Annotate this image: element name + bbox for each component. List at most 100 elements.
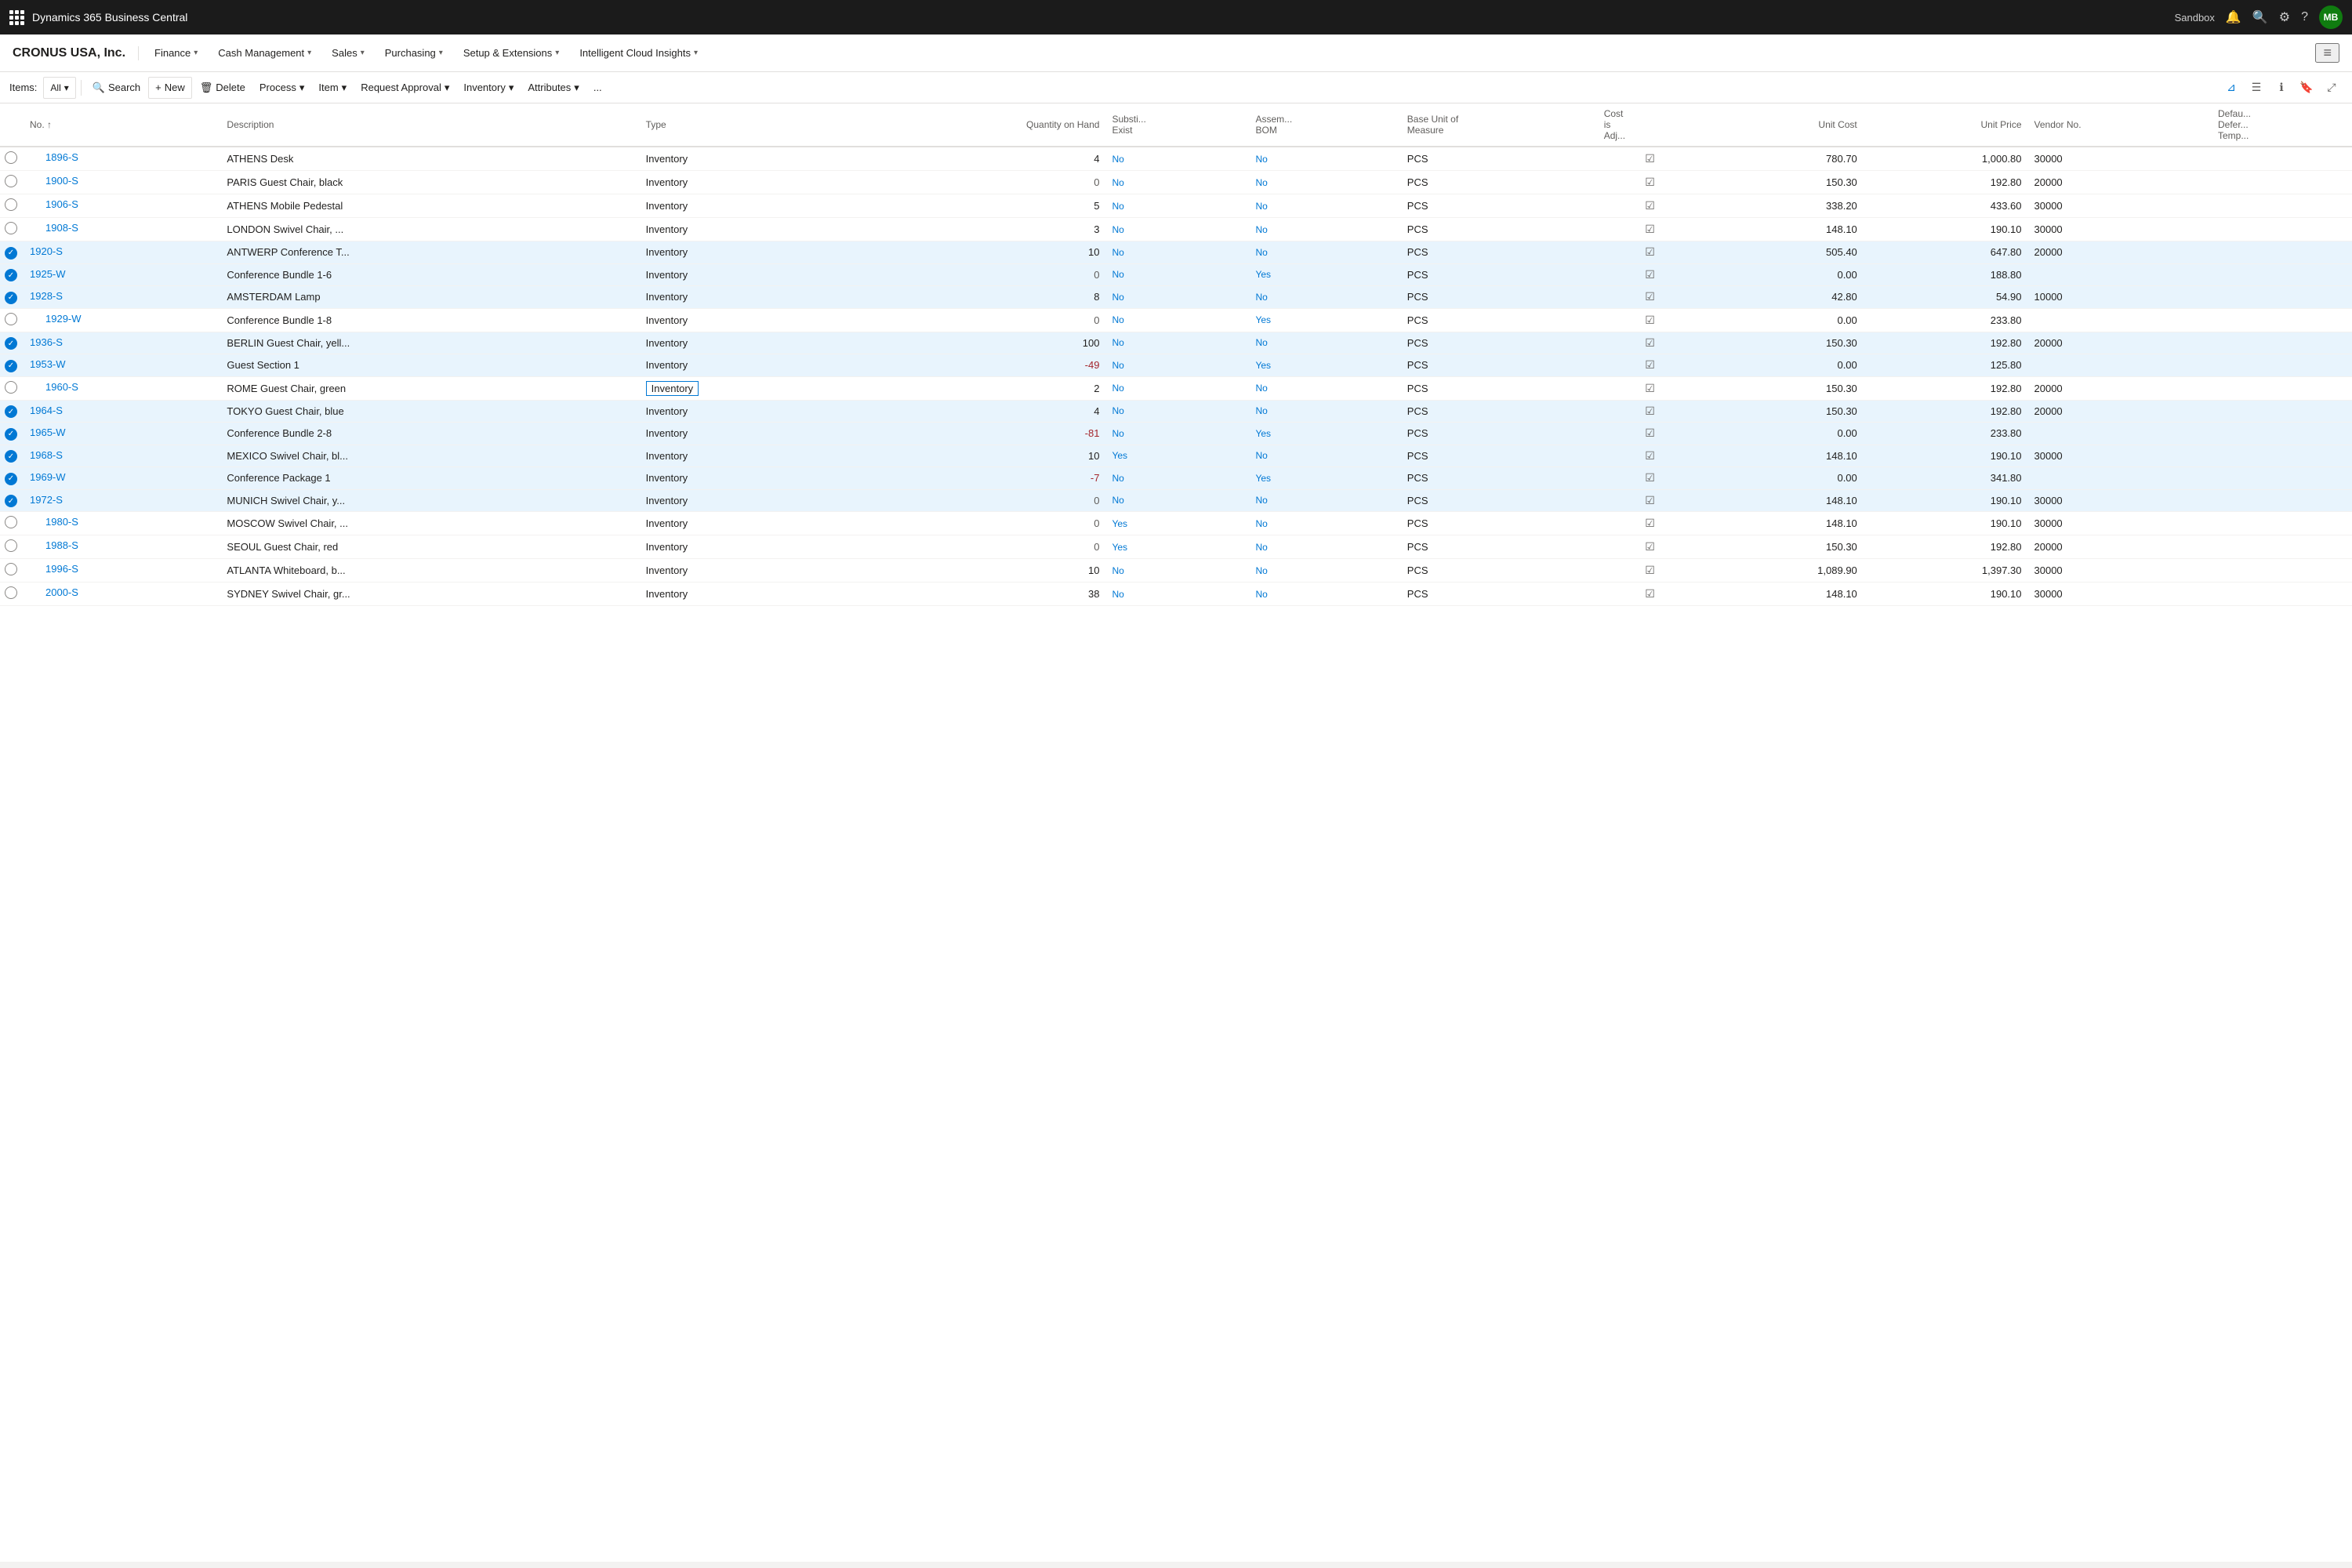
search-button[interactable]: 🔍 Search (86, 77, 147, 99)
row-checkbox[interactable] (5, 292, 17, 304)
row-no-link[interactable]: 1953-W (30, 358, 66, 370)
row-no-link[interactable]: 1920-S (30, 245, 63, 257)
row-no-link[interactable]: 1908-S (45, 222, 78, 234)
row-checkbox-cell[interactable] (0, 489, 24, 512)
expand-button[interactable]: ⤢ (2321, 77, 2343, 99)
nav-finance[interactable]: Finance ▾ (145, 34, 207, 72)
col-type[interactable]: Type (640, 103, 841, 147)
row-checkbox-cell[interactable] (0, 354, 24, 377)
row-checkbox[interactable] (5, 586, 17, 599)
row-checkbox[interactable] (5, 247, 17, 260)
more-options-button[interactable]: ... (587, 77, 608, 99)
row-checkbox[interactable] (5, 337, 17, 350)
inventory-button[interactable]: Inventory ▾ (457, 77, 520, 99)
row-checkbox-cell[interactable] (0, 308, 24, 332)
nav-more-button[interactable]: ≡ (2315, 43, 2339, 63)
col-cost-adj[interactable]: CostisAdj... (1598, 103, 1703, 147)
row-no-link[interactable]: 1900-S (45, 175, 78, 187)
row-checkbox-cell[interactable] (0, 194, 24, 218)
col-qty[interactable]: Quantity on Hand (841, 103, 1105, 147)
row-checkbox-cell[interactable] (0, 147, 24, 171)
row-checkbox[interactable] (5, 360, 17, 372)
row-checkbox-cell[interactable] (0, 512, 24, 535)
row-checkbox[interactable] (5, 539, 17, 552)
filter-icon-button[interactable]: ⊿ (2220, 77, 2242, 99)
row-checkbox-cell[interactable] (0, 171, 24, 194)
row-no-link[interactable]: 1964-S (30, 405, 63, 416)
process-button[interactable]: Process ▾ (253, 77, 311, 99)
row-checkbox-cell[interactable] (0, 241, 24, 264)
row-checkbox-cell[interactable] (0, 467, 24, 490)
row-no-link[interactable]: 1968-S (30, 449, 63, 461)
row-checkbox-cell[interactable] (0, 559, 24, 583)
row-checkbox-cell[interactable] (0, 376, 24, 400)
row-no-link[interactable]: 1928-S (30, 290, 63, 302)
row-no-link[interactable]: 1929-W (45, 313, 82, 325)
col-default-deferred[interactable]: Defau...Defer...Temp... (2212, 103, 2352, 147)
info-button[interactable]: ℹ (2270, 77, 2292, 99)
row-checkbox[interactable] (5, 516, 17, 528)
col-description[interactable]: Description (220, 103, 639, 147)
bookmark-button[interactable]: 🔖 (2296, 77, 2318, 99)
item-button[interactable]: Item ▾ (312, 77, 353, 99)
attributes-button[interactable]: Attributes ▾ (521, 77, 585, 99)
row-no-link[interactable]: 2000-S (45, 586, 78, 598)
col-no[interactable]: No. ↑ (24, 103, 220, 147)
filter-all-button[interactable]: All ▾ (43, 77, 75, 99)
help-icon[interactable]: ? (2301, 10, 2308, 24)
row-checkbox[interactable] (5, 405, 17, 418)
row-checkbox-cell[interactable] (0, 286, 24, 309)
app-grid-icon[interactable] (9, 10, 24, 25)
row-checkbox-cell[interactable] (0, 218, 24, 241)
row-checkbox[interactable] (5, 151, 17, 164)
row-checkbox-cell[interactable] (0, 445, 24, 467)
row-checkbox-cell[interactable] (0, 535, 24, 559)
row-checkbox[interactable] (5, 313, 17, 325)
nav-setup-extensions[interactable]: Setup & Extensions ▾ (454, 34, 569, 72)
row-checkbox[interactable] (5, 495, 17, 507)
new-button[interactable]: + New (148, 77, 192, 99)
col-subst[interactable]: Substi...Exist (1105, 103, 1249, 147)
row-checkbox[interactable] (5, 563, 17, 575)
company-name[interactable]: CRONUS USA, Inc. (13, 46, 139, 60)
row-checkbox[interactable] (5, 381, 17, 394)
col-unit-price[interactable]: Unit Price (1864, 103, 2028, 147)
row-checkbox-cell[interactable] (0, 583, 24, 606)
user-avatar[interactable]: MB (2319, 5, 2343, 29)
row-checkbox[interactable] (5, 428, 17, 441)
row-no-link[interactable]: 1969-W (30, 471, 66, 483)
row-checkbox[interactable] (5, 269, 17, 281)
nav-purchasing[interactable]: Purchasing ▾ (376, 34, 452, 72)
col-vendor-no[interactable]: Vendor No. (2028, 103, 2212, 147)
row-checkbox[interactable] (5, 198, 17, 211)
row-no-link[interactable]: 1980-S (45, 516, 78, 528)
row-checkbox-cell[interactable] (0, 400, 24, 423)
row-no-link[interactable]: 1988-S (45, 539, 78, 551)
row-checkbox-cell[interactable] (0, 263, 24, 286)
nav-cash-management[interactable]: Cash Management ▾ (209, 34, 321, 72)
row-no-link[interactable]: 1965-W (30, 426, 66, 438)
row-no-link[interactable]: 1960-S (45, 381, 78, 393)
search-icon[interactable]: 🔍 (2252, 9, 2268, 25)
request-approval-button[interactable]: Request Approval ▾ (354, 77, 456, 99)
row-no-link[interactable]: 1996-S (45, 563, 78, 575)
nav-sales[interactable]: Sales ▾ (322, 34, 374, 72)
col-assem-bom[interactable]: Assem...BOM (1249, 103, 1400, 147)
col-base-unit[interactable]: Base Unit ofMeasure (1401, 103, 1598, 147)
row-checkbox-cell[interactable] (0, 423, 24, 445)
list-view-button[interactable]: ☰ (2245, 77, 2267, 99)
delete-button[interactable]: 🗑 Delete (194, 77, 252, 99)
row-no-link[interactable]: 1936-S (30, 336, 63, 348)
row-checkbox[interactable] (5, 222, 17, 234)
row-checkbox[interactable] (5, 450, 17, 463)
row-no-link[interactable]: 1972-S (30, 494, 63, 506)
row-no-link[interactable]: 1896-S (45, 151, 78, 163)
row-checkbox[interactable] (5, 473, 17, 485)
settings-icon[interactable]: ⚙ (2279, 9, 2290, 25)
row-no-link[interactable]: 1906-S (45, 198, 78, 210)
row-checkbox[interactable] (5, 175, 17, 187)
notification-icon[interactable]: 🔔 (2226, 9, 2241, 25)
nav-intelligent-cloud[interactable]: Intelligent Cloud Insights ▾ (570, 34, 707, 72)
row-no-link[interactable]: 1925-W (30, 268, 66, 280)
row-checkbox-cell[interactable] (0, 332, 24, 354)
